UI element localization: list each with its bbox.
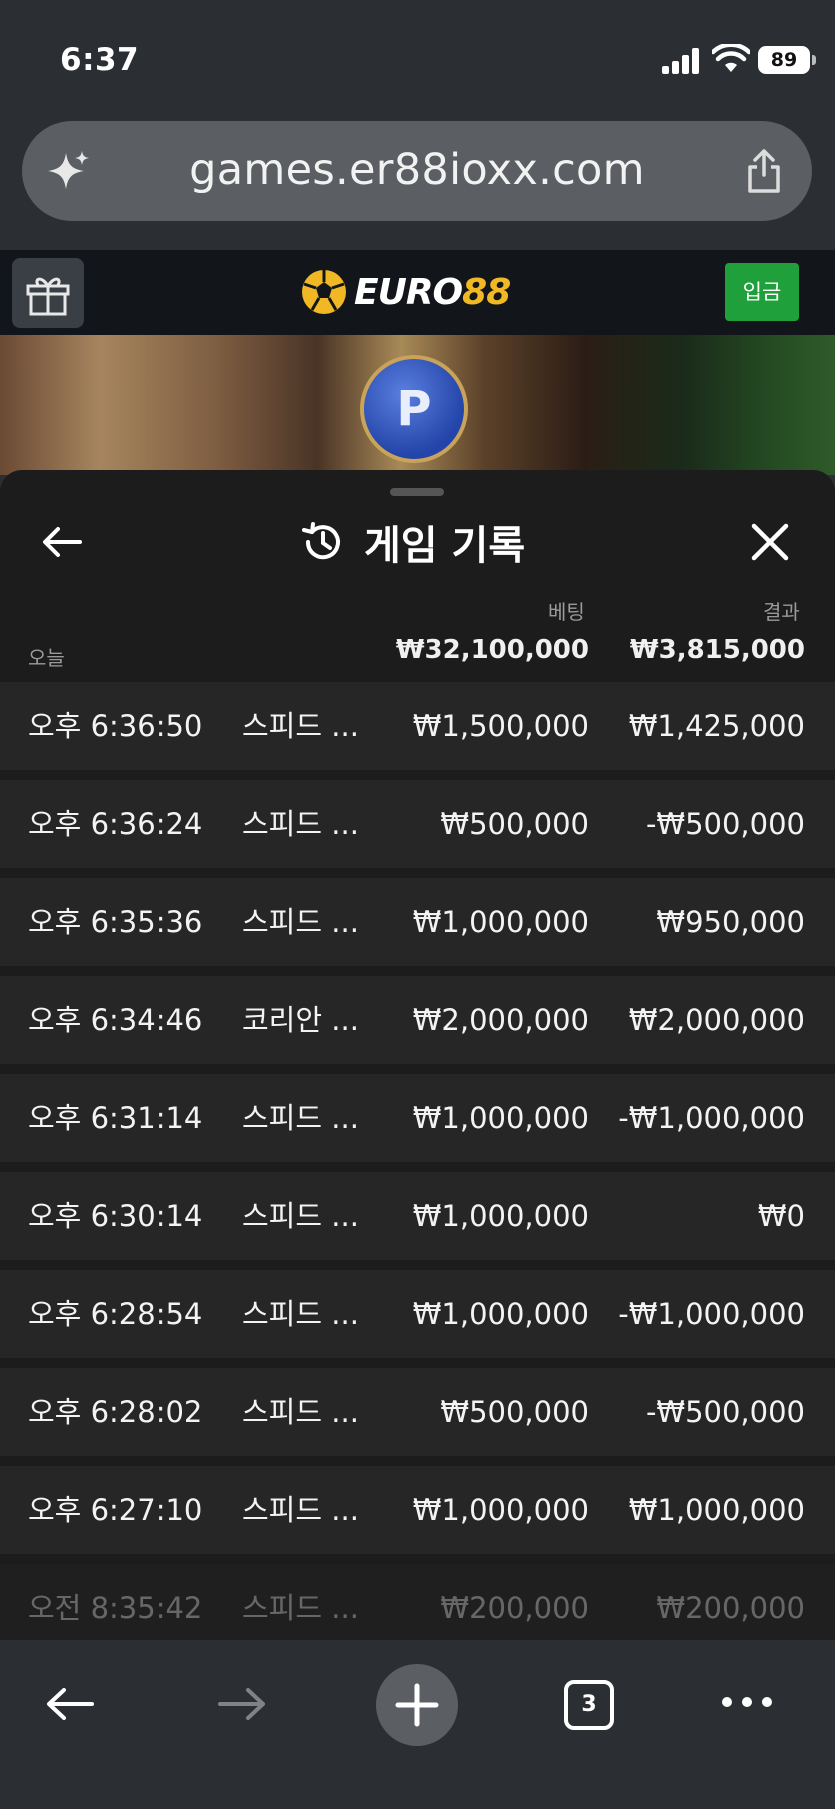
row-result: -₩500,000 — [645, 807, 805, 841]
row-time: 오후 6:30:14 — [28, 1199, 203, 1233]
row-result: ₩950,000 — [656, 905, 805, 939]
site-logo[interactable]: EURO88 — [300, 262, 511, 322]
row-game: 스피드 ... — [242, 1395, 359, 1429]
row-bet: ₩1,500,000 — [412, 709, 589, 743]
history-row[interactable]: 오후 6:27:10 스피드 ... ₩1,000,000 ₩1,000,000 — [0, 1466, 835, 1554]
row-time: 오후 6:31:14 — [28, 1101, 203, 1135]
history-row[interactable]: 오후 6:36:24 스피드 ... ₩500,000 -₩500,000 — [0, 780, 835, 868]
row-bet: ₩500,000 — [440, 807, 589, 841]
history-row[interactable]: 오후 6:35:36 스피드 ... ₩1,000,000 ₩950,000 — [0, 878, 835, 966]
history-row[interactable]: 오후 6:31:14 스피드 ... ₩1,000,000 -₩1,000,00… — [0, 1074, 835, 1162]
column-header-result: 결과 — [763, 600, 800, 624]
row-game: 스피드 ... — [242, 1297, 359, 1331]
close-icon[interactable] — [748, 520, 792, 564]
row-bet: ₩1,000,000 — [412, 1199, 589, 1233]
row-game: 스피드 ... — [242, 807, 359, 841]
history-clock-icon — [302, 522, 340, 560]
forward-arrow-icon[interactable] — [216, 1682, 268, 1726]
deposit-button[interactable]: 입금 — [725, 263, 799, 321]
url-text[interactable]: games.er88ioxx.com — [22, 145, 812, 195]
total-bet: ₩32,100,000 — [395, 635, 589, 665]
more-dots-icon[interactable] — [720, 1692, 774, 1712]
row-time: 오후 6:36:50 — [28, 709, 203, 743]
row-bet: ₩200,000 — [440, 1591, 589, 1625]
history-row[interactable]: 오전 8:35:42 스피드 ... ₩200,000 ₩200,000 — [0, 1564, 835, 1640]
battery-indicator: 89 — [758, 46, 816, 74]
row-time: 오후 6:36:24 — [28, 807, 203, 841]
row-bet: ₩500,000 — [440, 1395, 589, 1429]
history-row[interactable]: 오후 6:30:14 스피드 ... ₩1,000,000 ₩0 — [0, 1172, 835, 1260]
row-time: 오후 6:27:10 — [28, 1493, 203, 1527]
row-time: 오후 6:28:02 — [28, 1395, 203, 1429]
row-bet: ₩1,000,000 — [412, 1493, 589, 1527]
row-game: 코리안 ... — [242, 1003, 359, 1037]
browser-toolbar: 3 — [0, 1640, 835, 1809]
row-result: ₩1,000,000 — [628, 1493, 805, 1527]
row-game: 스피드 ... — [242, 905, 359, 939]
row-game: 스피드 ... — [242, 1199, 359, 1233]
row-result: -₩500,000 — [645, 1395, 805, 1429]
history-row[interactable]: 오후 6:28:02 스피드 ... ₩500,000 -₩500,000 — [0, 1368, 835, 1456]
history-row[interactable]: 오후 6:28:54 스피드 ... ₩1,000,000 -₩1,000,00… — [0, 1270, 835, 1358]
sheet-title-text: 게임 기록 — [364, 523, 526, 569]
row-time: 오후 6:34:46 — [28, 1003, 203, 1037]
row-result: -₩1,000,000 — [618, 1101, 805, 1135]
gift-icon — [26, 277, 70, 316]
history-list: 오후 6:36:50 스피드 ... ₩1,500,000 ₩1,425,000… — [0, 682, 835, 1640]
logo-text: EURO88 — [354, 271, 511, 313]
status-time: 6:37 — [60, 42, 140, 78]
row-result: ₩200,000 — [656, 1591, 805, 1625]
row-time: 오전 8:35:42 — [28, 1591, 203, 1625]
sheet-title: 게임 기록 — [300, 514, 525, 570]
row-bet: ₩1,000,000 — [412, 1101, 589, 1135]
address-bar[interactable]: games.er88ioxx.com — [22, 121, 812, 221]
game-history-sheet: 게임 기록 베팅 결과 오늘 ₩32,100,000 ₩3,815,000 오후… — [0, 470, 835, 1640]
row-game: 스피드 ... — [242, 1101, 359, 1135]
total-result: ₩3,815,000 — [629, 635, 805, 665]
plus-icon — [395, 1683, 439, 1727]
column-header-bet: 베팅 — [548, 600, 585, 624]
site-header: EURO88 입금 — [0, 250, 835, 335]
wifi-icon — [712, 44, 750, 72]
day-label: 오늘 — [28, 646, 65, 670]
row-time: 오후 6:28:54 — [28, 1297, 203, 1331]
row-result: -₩1,000,000 — [618, 1297, 805, 1331]
sheet-drag-handle[interactable] — [390, 488, 444, 496]
gift-button[interactable] — [12, 258, 84, 328]
history-row[interactable]: 오후 6:34:46 코리안 ... ₩2,000,000 ₩2,000,000 — [0, 976, 835, 1064]
row-game: 스피드 ... — [242, 1591, 359, 1625]
history-row[interactable]: 오후 6:36:50 스피드 ... ₩1,500,000 ₩1,425,000 — [0, 682, 835, 770]
row-result: ₩0 — [757, 1199, 805, 1233]
row-result: ₩2,000,000 — [628, 1003, 805, 1037]
soccer-ball-icon — [302, 270, 346, 314]
row-bet: ₩1,000,000 — [412, 905, 589, 939]
back-arrow-icon[interactable] — [40, 520, 84, 564]
new-tab-button[interactable] — [376, 1664, 458, 1746]
share-icon[interactable] — [744, 147, 784, 195]
row-bet: ₩1,000,000 — [412, 1297, 589, 1331]
game-coin-badge: P — [360, 355, 468, 463]
row-result: ₩1,425,000 — [628, 709, 805, 743]
row-time: 오후 6:35:36 — [28, 905, 203, 939]
row-game: 스피드 ... — [242, 1493, 359, 1527]
row-bet: ₩2,000,000 — [412, 1003, 589, 1037]
back-arrow-icon[interactable] — [44, 1682, 96, 1726]
status-bar: 6:37 89 — [0, 0, 835, 110]
cellular-signal-icon — [662, 48, 702, 74]
tabs-button[interactable]: 3 — [564, 1680, 614, 1730]
row-game: 스피드 ... — [242, 709, 359, 743]
